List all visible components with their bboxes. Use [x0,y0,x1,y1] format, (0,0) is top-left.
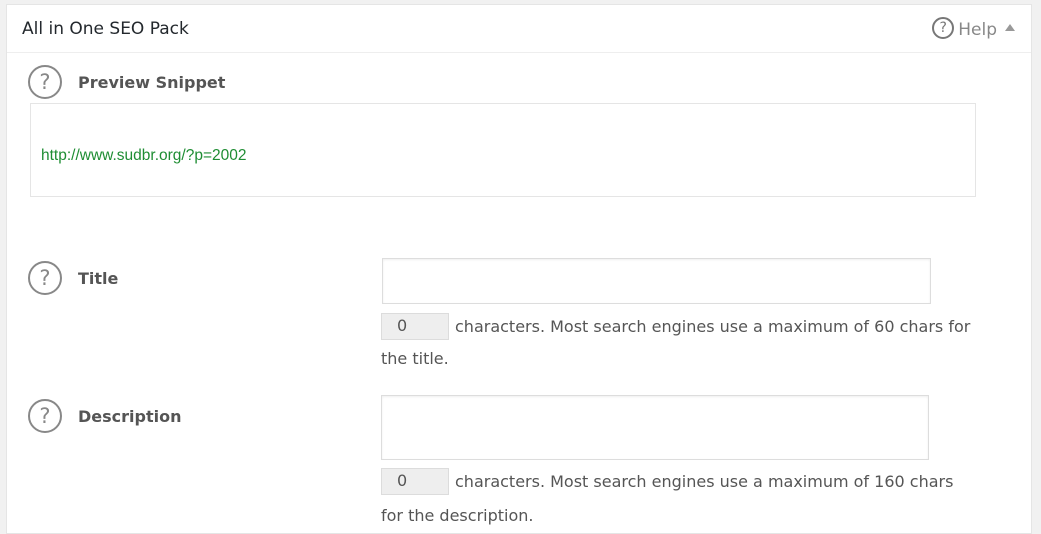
title-help-icon[interactable]: ? [28,261,62,295]
title-char-counter: 0 [381,313,449,340]
title-input[interactable] [382,258,931,304]
description-textarea[interactable] [381,395,929,460]
description-label: Description [78,407,182,426]
caret-up-icon[interactable] [1005,23,1015,31]
seo-panel: All in One SEO Pack ? Help ? Preview Sni… [6,4,1032,534]
help-toggle[interactable]: ? Help [932,16,1015,40]
preview-help-icon[interactable]: ? [28,65,62,99]
description-help-icon[interactable]: ? [28,399,62,433]
panel-header: All in One SEO Pack ? Help [7,5,1031,53]
help-label[interactable]: Help [958,20,997,40]
help-question-icon[interactable]: ? [932,17,955,39]
title-hint-line1: characters. Most search engines use a ma… [455,317,971,336]
description-hint-line1: characters. Most search engines use a ma… [455,472,954,491]
title-hint-line2: the title. [381,349,449,368]
preview-snippet-box: http://www.sudbr.org/?p=2002 [30,103,976,197]
preview-url: http://www.sudbr.org/?p=2002 [41,147,247,164]
panel-title: All in One SEO Pack [22,19,189,39]
title-label: Title [78,269,119,288]
preview-snippet-label: Preview Snippet [78,73,226,92]
description-hint-line2: for the description. [381,506,534,525]
description-char-counter: 0 [381,468,449,495]
